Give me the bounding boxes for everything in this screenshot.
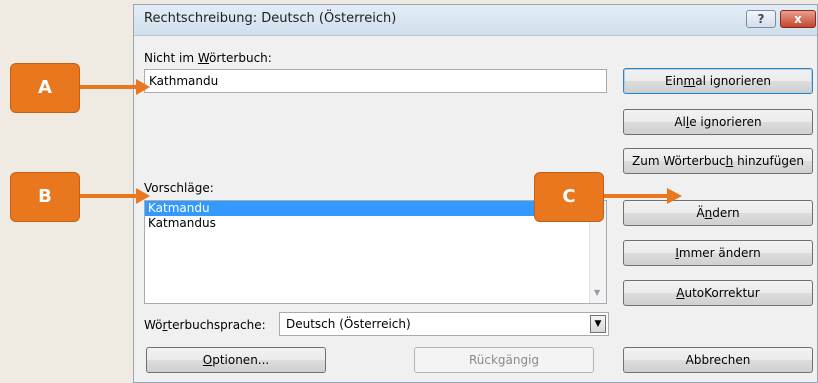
callout-arrows [80, 79, 682, 204]
callout-a: A [10, 63, 80, 113]
callout-c: C [534, 172, 604, 222]
arrow-b-head [136, 188, 150, 204]
callout-b: B [10, 172, 80, 222]
arrow-c-head [667, 188, 682, 204]
arrow-a-head [136, 79, 150, 95]
